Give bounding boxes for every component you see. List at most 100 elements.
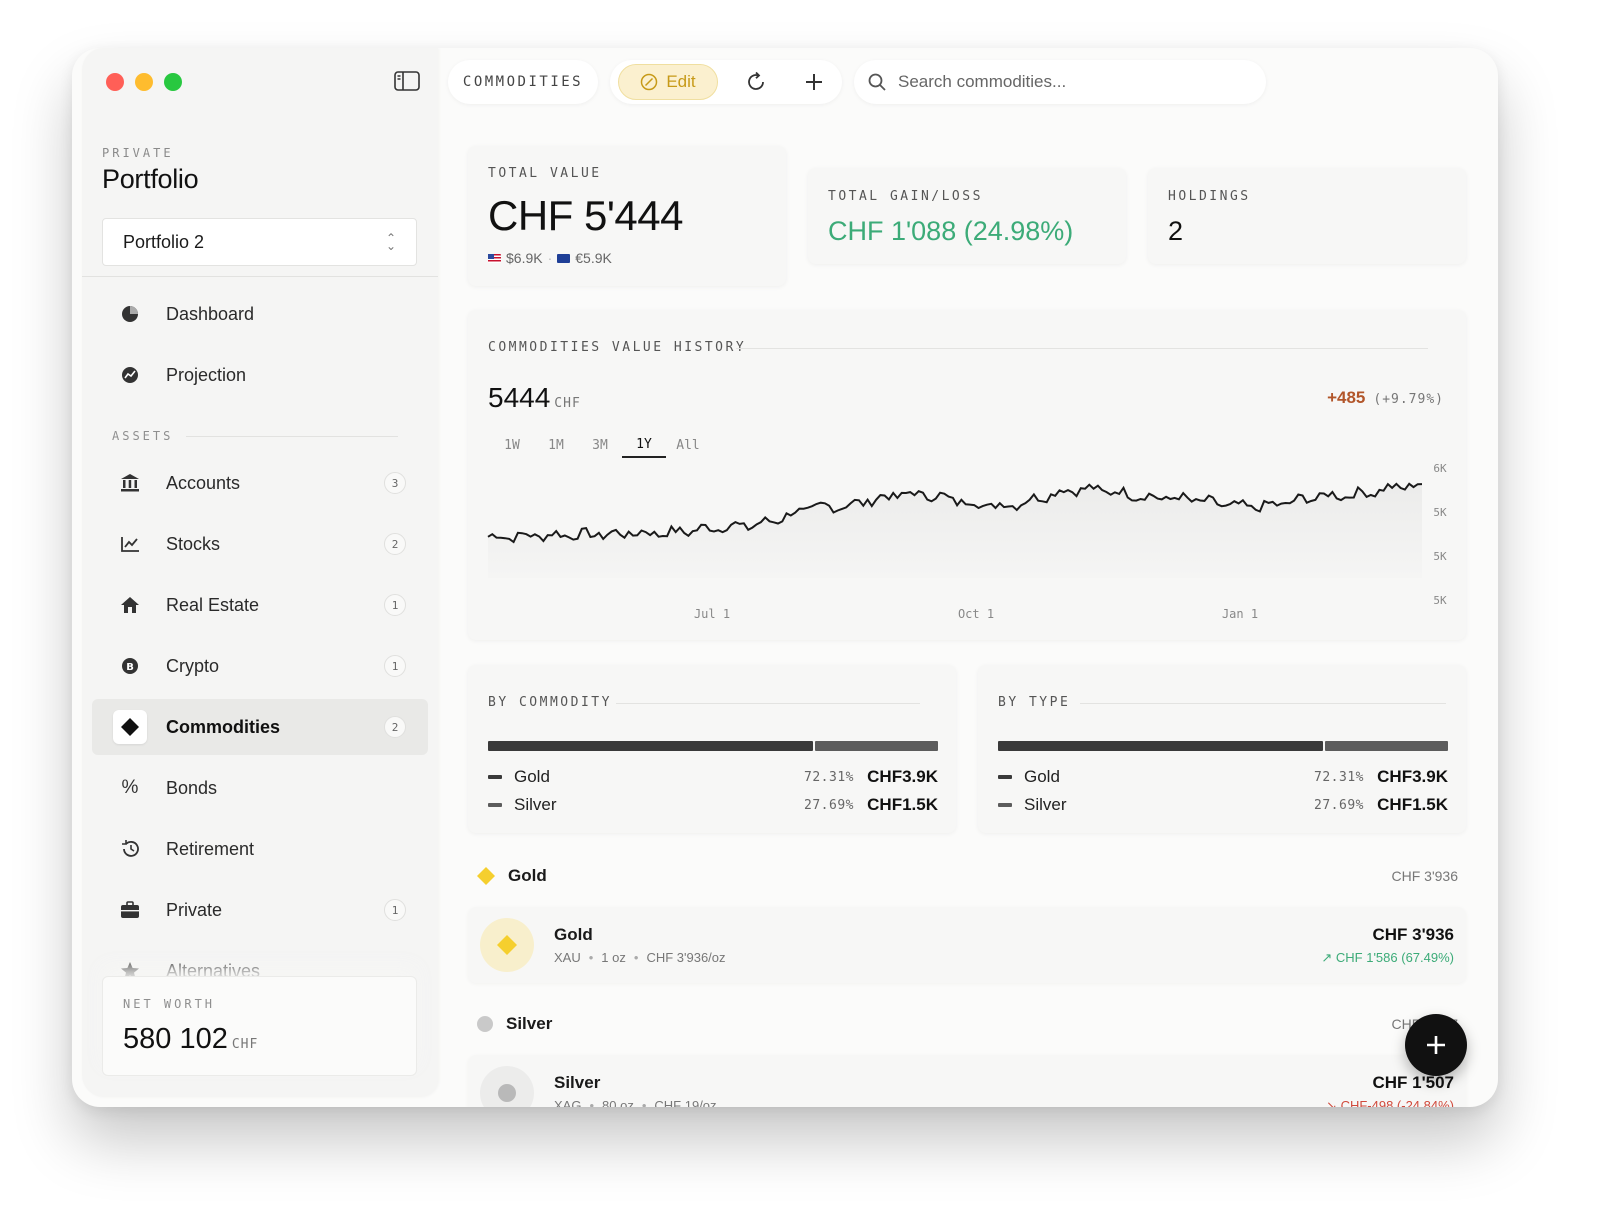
value-history-chart[interactable]: 6K 5K 5K 5K Jul 1 Oct 1 Jan 1 bbox=[482, 460, 1462, 630]
allocation-row: Silver 27.69% CHF1.5K bbox=[998, 795, 1448, 815]
group-total: CHF 3'936 bbox=[1391, 868, 1458, 884]
count-badge: 1 bbox=[384, 899, 406, 921]
y-tick-label: 5K bbox=[1433, 506, 1447, 519]
tab-range-all[interactable]: All bbox=[666, 432, 710, 458]
eur-value: €5.9K bbox=[575, 250, 612, 266]
allocation-row: Gold 72.31% CHF3.9K bbox=[998, 767, 1448, 787]
search-input[interactable] bbox=[898, 72, 1238, 92]
tab-range-3m[interactable]: 3M bbox=[578, 432, 622, 458]
toolbar-actions: Edit bbox=[610, 60, 842, 104]
allocation-segment-gold[interactable] bbox=[488, 741, 813, 751]
range-tabs: 1W 1M 3M 1Y All bbox=[490, 432, 710, 458]
count-badge: 1 bbox=[384, 594, 406, 616]
edit-button[interactable]: Edit bbox=[618, 64, 718, 100]
allocation-row: Silver 27.69% CHF1.5K bbox=[488, 795, 938, 815]
allocation-segment-silver[interactable] bbox=[815, 741, 938, 751]
holding-gain: ↘ CHF-498 (-24.84%) bbox=[1326, 1098, 1454, 1107]
silver-circle-icon bbox=[498, 1084, 516, 1102]
holding-value: CHF 3'936 bbox=[1372, 925, 1454, 944]
line-chart-icon bbox=[102, 516, 158, 572]
x-tick-label: Jul 1 bbox=[694, 607, 730, 621]
total-value-conversions: $6.9K · €5.9K bbox=[488, 250, 612, 266]
tab-range-1y[interactable]: 1Y bbox=[622, 432, 666, 458]
sidebar-item-crypto[interactable]: B Crypto 1 bbox=[92, 638, 428, 694]
group-header-silver[interactable]: Silver CHF 1'507 bbox=[476, 1009, 1458, 1039]
portfolio-select[interactable]: Portfolio 2 ⌃ ⌄ bbox=[102, 218, 417, 266]
tab-range-1w[interactable]: 1W bbox=[490, 432, 534, 458]
sidebar-item-dashboard[interactable]: Dashboard bbox=[92, 286, 428, 342]
allocation-amount: CHF3.9K bbox=[867, 767, 938, 786]
section-label-assets: ASSETS bbox=[112, 429, 174, 443]
history-current-value: 5444 CHF bbox=[488, 382, 581, 414]
edit-button-label: Edit bbox=[666, 72, 696, 91]
holding-quantity: 80 oz bbox=[602, 1098, 634, 1107]
net-worth-card: NET WORTH 580 102 CHF bbox=[102, 976, 417, 1076]
sidebar-item-label: Projection bbox=[166, 364, 247, 385]
by-type-card: BY TYPE Gold 72.31% CHF3.9K Silver 27.69… bbox=[978, 665, 1466, 833]
separator-dot: • bbox=[641, 1098, 647, 1107]
separator-dot: • bbox=[588, 950, 594, 965]
total-gain-card: TOTAL GAIN/LOSS CHF 1'088 (24.98%) bbox=[808, 168, 1126, 264]
allocation-segment-silver[interactable] bbox=[1325, 741, 1448, 751]
search-icon bbox=[868, 73, 886, 91]
total-value-card: TOTAL VALUE CHF 5'444 $6.9K · €5.9K bbox=[468, 146, 786, 286]
allocation-segment-gold[interactable] bbox=[998, 741, 1323, 751]
history-icon bbox=[102, 821, 158, 877]
total-gain-value: CHF 1'088 (24.98%) bbox=[828, 216, 1074, 246]
section-divider bbox=[616, 703, 920, 704]
count-badge: 3 bbox=[384, 472, 406, 494]
holding-row-gold[interactable]: Gold XAU • 1 oz • CHF 3'936/oz CHF 3'936 ↗… bbox=[468, 907, 1466, 983]
chevron-updown-icon: ⌃ ⌄ bbox=[385, 231, 396, 253]
sidebar-item-commodities[interactable]: Commodities 2 bbox=[92, 699, 428, 755]
value-history-label: COMMODITIES VALUE HISTORY bbox=[488, 340, 747, 355]
sidebar-item-bonds[interactable]: % Bonds bbox=[92, 760, 428, 816]
allocation-row: Gold 72.31% CHF3.9K bbox=[488, 767, 938, 787]
refresh-icon[interactable] bbox=[736, 64, 776, 100]
allocation-name: Silver bbox=[514, 795, 557, 814]
allocation-bar bbox=[488, 741, 938, 751]
holding-meta: XAG • 80 oz • CHF 19/oz bbox=[554, 1098, 717, 1107]
svg-text:B: B bbox=[126, 662, 134, 673]
search-bar[interactable] bbox=[854, 60, 1266, 104]
sidebar-item-label: Private bbox=[166, 899, 223, 920]
holding-value: CHF 1'507 bbox=[1372, 1073, 1454, 1092]
value-history-card: COMMODITIES VALUE HISTORY 5444 CHF +485 (+… bbox=[468, 310, 1466, 640]
section-divider bbox=[736, 348, 1428, 349]
portfolio-select-value: Portfolio 2 bbox=[123, 231, 205, 252]
diamond-icon bbox=[113, 710, 147, 744]
sidebar-item-stocks[interactable]: Stocks 2 bbox=[92, 516, 428, 572]
sidebar-item-accounts[interactable]: Accounts 3 bbox=[92, 455, 428, 511]
pie-chart-icon bbox=[102, 286, 158, 342]
separator-dot: • bbox=[589, 1098, 595, 1107]
sidebar-toggle-icon[interactable] bbox=[394, 70, 420, 92]
sidebar-item-real-estate[interactable]: Real Estate 1 bbox=[92, 577, 428, 633]
group-header-gold[interactable]: Gold CHF 3'936 bbox=[476, 861, 1458, 891]
history-delta: +485 (+9.79%) bbox=[1327, 388, 1444, 408]
gold-avatar bbox=[480, 918, 534, 972]
sidebar-item-retirement[interactable]: Retirement bbox=[92, 821, 428, 877]
zoom-window-button[interactable] bbox=[164, 73, 182, 91]
add-icon[interactable] bbox=[794, 64, 834, 100]
close-window-button[interactable] bbox=[106, 73, 124, 91]
house-icon bbox=[102, 577, 158, 633]
holding-row-silver[interactable]: Silver XAG • 80 oz • CHF 19/oz CHF 1'507 ↘… bbox=[468, 1055, 1466, 1107]
allocation-pct: 72.31% bbox=[1314, 769, 1364, 785]
history-delta-amount: +485 bbox=[1327, 388, 1366, 407]
by-commodity-label: BY COMMODITY bbox=[488, 695, 612, 710]
count-badge: 2 bbox=[384, 533, 406, 555]
holding-price: CHF 3'936/oz bbox=[646, 950, 726, 965]
separator-dot: • bbox=[633, 950, 639, 965]
sidebar-item-private[interactable]: Private 1 bbox=[92, 882, 428, 938]
holding-symbol: XAG bbox=[554, 1098, 582, 1107]
sidebar-item-projection[interactable]: Projection bbox=[92, 347, 428, 403]
x-tick-label: Oct 1 bbox=[958, 607, 994, 621]
count-badge: 1 bbox=[384, 655, 406, 677]
add-holding-button[interactable] bbox=[1405, 1014, 1467, 1076]
allocation-name: Gold bbox=[1024, 767, 1060, 786]
sidebar: PRIVATE Portfolio Portfolio 2 ⌃ ⌄ Dashboa… bbox=[82, 48, 438, 1097]
holding-name: Silver bbox=[554, 1073, 601, 1092]
tab-range-1m[interactable]: 1M bbox=[534, 432, 578, 458]
minimize-window-button[interactable] bbox=[135, 73, 153, 91]
sidebar-divider bbox=[82, 276, 438, 277]
active-icon-wrap bbox=[102, 699, 158, 755]
